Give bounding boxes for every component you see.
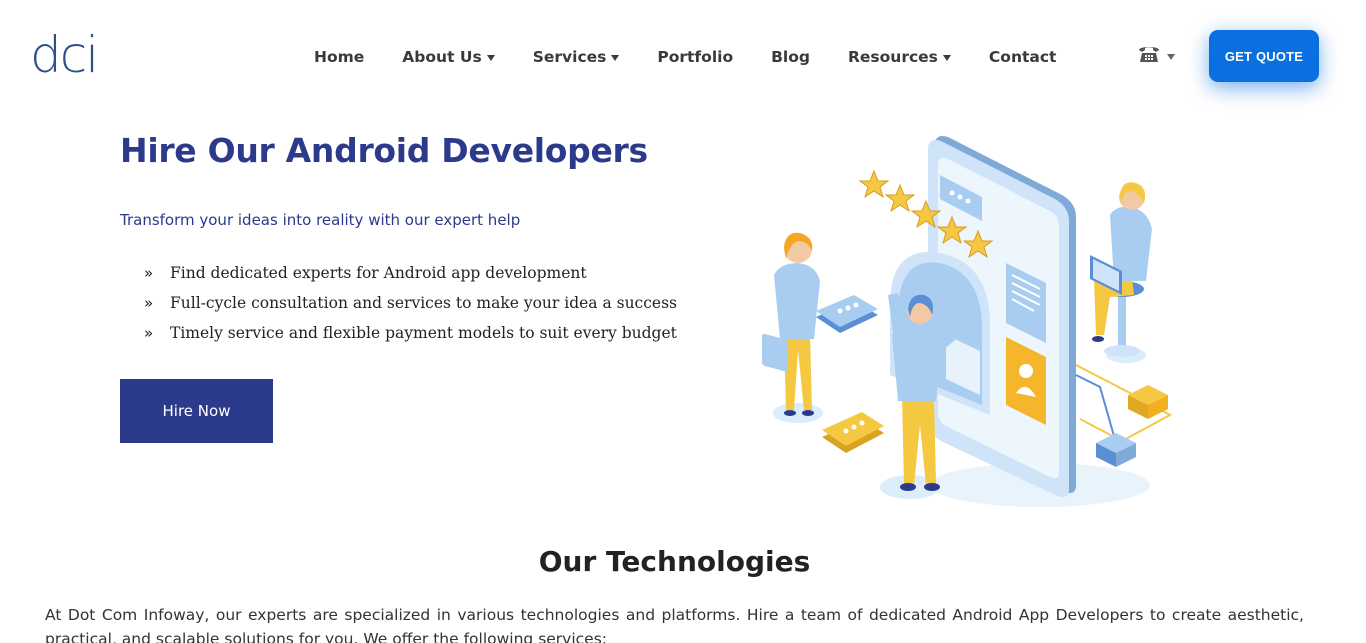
nav-portfolio-label: Portfolio bbox=[657, 48, 734, 66]
caret-down-icon bbox=[611, 54, 620, 61]
hire-now-button[interactable]: Hire Now bbox=[120, 379, 273, 443]
seated-man-figure bbox=[1090, 182, 1152, 357]
main-nav: Home About Us Services Portfolio Blog Re… bbox=[314, 44, 1094, 70]
list-item: » Full-cycle consultation and services to… bbox=[144, 288, 677, 318]
nav-home-label: Home bbox=[314, 48, 365, 66]
double-chevron-icon: » bbox=[144, 264, 154, 282]
yellow-cube bbox=[1128, 385, 1168, 419]
bullet-text: Full-cycle consultation and services to … bbox=[170, 294, 678, 312]
chat-bubble-bottom bbox=[822, 412, 884, 453]
get-quote-button[interactable]: GET QUOTE bbox=[1209, 30, 1319, 82]
nav-home[interactable]: Home bbox=[314, 48, 364, 66]
technologies-title: Our Technologies bbox=[538, 545, 811, 578]
woman-figure bbox=[762, 232, 820, 416]
nav-portfolio[interactable]: Portfolio bbox=[657, 48, 733, 66]
phone-icon bbox=[1139, 47, 1159, 62]
nav-resources-label: Resources bbox=[847, 48, 938, 66]
phone-dropdown[interactable] bbox=[1137, 44, 1175, 64]
caret-down-icon bbox=[1167, 53, 1175, 60]
technologies-intro: At Dot Com Infoway, our experts are spec… bbox=[45, 606, 1304, 643]
hero-bullet-list: » Find dedicated experts for Android app … bbox=[144, 258, 677, 348]
nav-resources[interactable]: Resources bbox=[848, 48, 951, 66]
bullet-text: Timely service and flexible payment mode… bbox=[170, 324, 677, 342]
nav-about-us-label: About Us bbox=[402, 48, 482, 66]
android-developers-illustration bbox=[762, 136, 1173, 507]
list-item: » Find dedicated experts for Android app … bbox=[144, 258, 677, 288]
site-header: dci Home About Us Services Portfolio Blo… bbox=[0, 0, 1366, 112]
hero-title: Hire Our Android Developers bbox=[120, 131, 648, 170]
blue-cube bbox=[1096, 433, 1136, 467]
hero-subtitle: Transform your ideas into reality with o… bbox=[120, 211, 521, 229]
list-item: » Timely service and flexible payment mod… bbox=[144, 318, 677, 348]
nav-services[interactable]: Services bbox=[533, 48, 620, 66]
caret-down-icon bbox=[486, 54, 495, 61]
bullet-text: Find dedicated experts for Android app d… bbox=[170, 264, 587, 282]
nav-services-label: Services bbox=[532, 48, 607, 66]
caret-down-icon bbox=[942, 54, 951, 61]
double-chevron-icon: » bbox=[144, 294, 154, 312]
nav-about-us[interactable]: About Us bbox=[402, 48, 495, 66]
nav-blog-label: Blog bbox=[771, 48, 810, 66]
nav-contact-label: Contact bbox=[988, 48, 1057, 66]
chat-bubble-left bbox=[816, 295, 878, 333]
connection-line bbox=[1075, 374, 1117, 444]
nav-contact[interactable]: Contact bbox=[989, 48, 1057, 66]
floor-shadow bbox=[773, 403, 823, 423]
logo-wordmark: dci bbox=[30, 26, 99, 84]
nav-blog[interactable]: Blog bbox=[771, 48, 810, 66]
double-chevron-icon: » bbox=[144, 324, 154, 342]
dci-logo[interactable]: dci bbox=[30, 30, 112, 80]
